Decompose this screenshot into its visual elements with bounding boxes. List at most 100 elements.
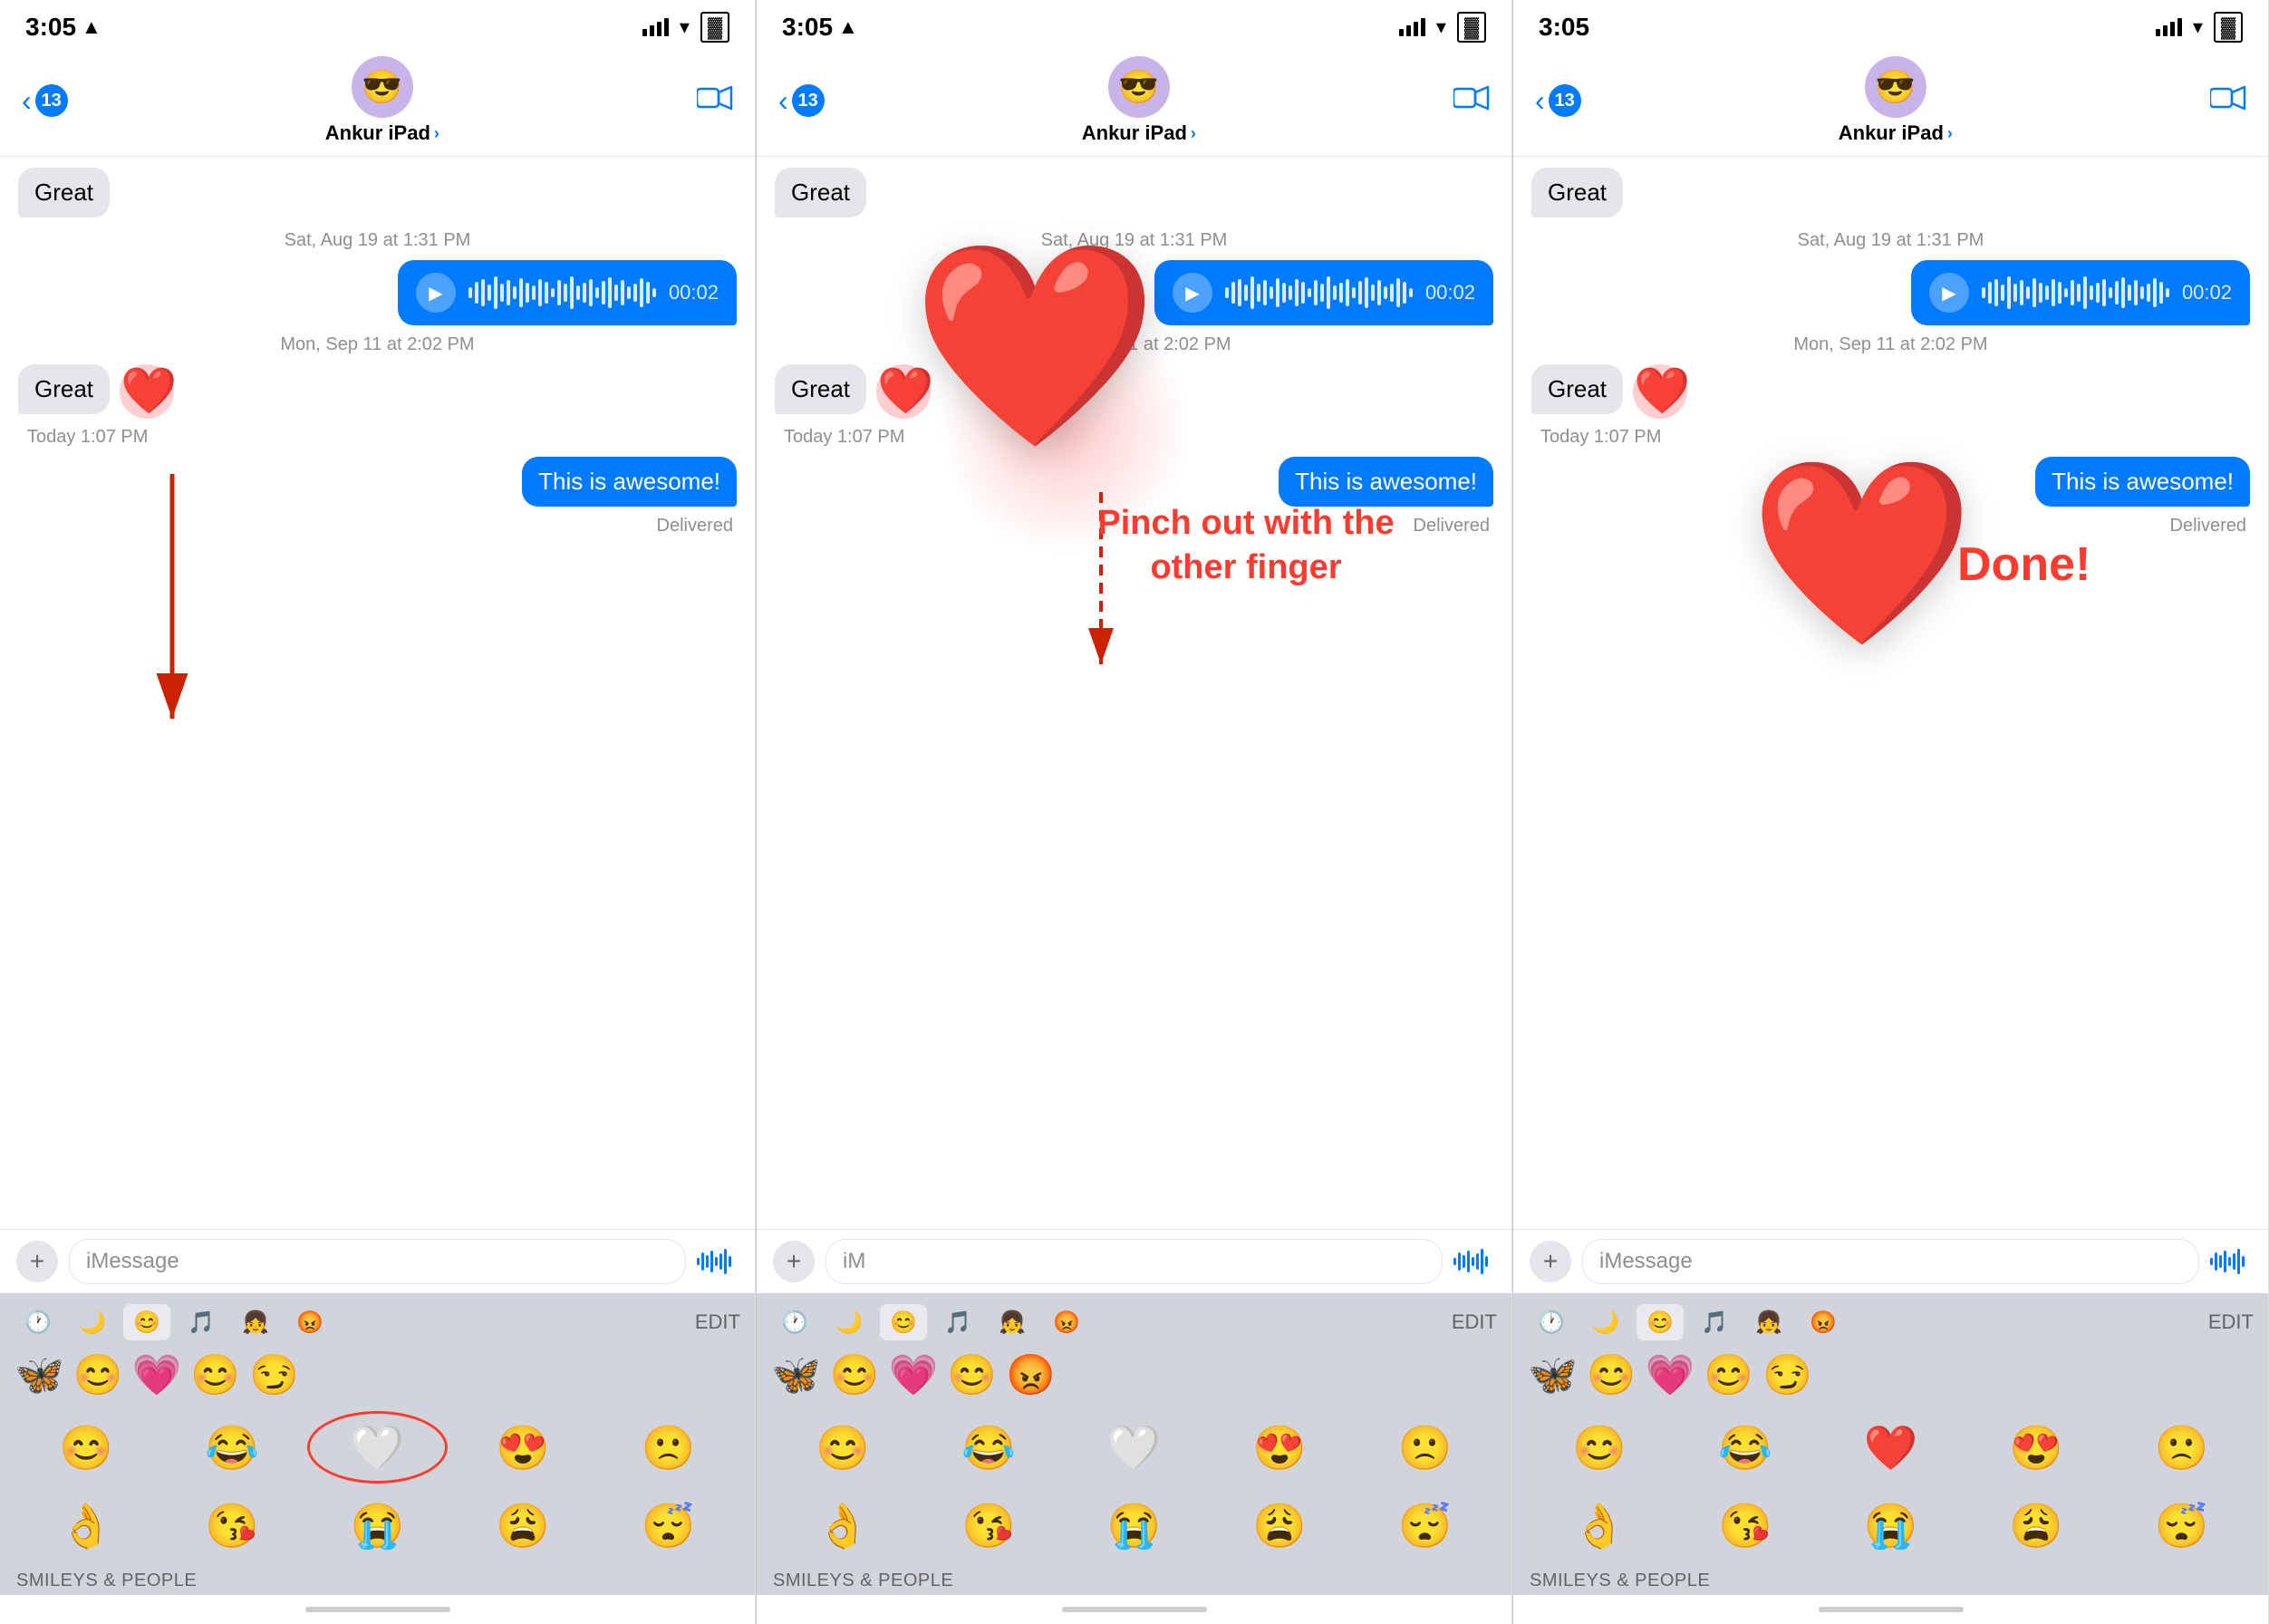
emoji-ok-1[interactable]: 👌 — [16, 1489, 157, 1561]
emoji-cry-1[interactable]: 😭 — [307, 1489, 448, 1561]
emoji-sleep-3[interactable]: 😴 — [2111, 1489, 2252, 1561]
recent-emoji-smile2-3[interactable]: 😊 — [1704, 1351, 1753, 1398]
emoji-smile-3[interactable]: 😊 — [1530, 1411, 1670, 1484]
emoji-kiss-1[interactable]: 😘 — [162, 1489, 303, 1561]
emoji-smile-1[interactable]: 😊 — [16, 1411, 157, 1484]
emoji-kiss-2[interactable]: 😘 — [919, 1489, 1059, 1561]
avatar-2: 😎 — [1108, 56, 1170, 118]
back-button-1[interactable]: ‹ 13 — [22, 84, 68, 118]
audio-indicator-3 — [2210, 1248, 2245, 1275]
emoji-ok-2[interactable]: 👌 — [773, 1489, 913, 1561]
recent-emoji-smile-2[interactable]: 😊 — [830, 1351, 880, 1398]
emoji-laugh-2[interactable]: 😂 — [919, 1411, 1059, 1484]
emoji-weary-1[interactable]: 😩 — [453, 1489, 594, 1561]
emoji-sad-3[interactable]: 🙁 — [2111, 1411, 2252, 1484]
emoji-sleep-2[interactable]: 😴 — [1355, 1489, 1495, 1561]
tab-smiley-1[interactable]: 😊 — [123, 1304, 170, 1340]
emoji-red-heart-3[interactable]: ❤️ — [1820, 1411, 1961, 1484]
emoji-weary-3[interactable]: 😩 — [1966, 1489, 2107, 1561]
play-button-3[interactable]: ▶ — [1929, 273, 1969, 313]
back-button-3[interactable]: ‹ 13 — [1535, 84, 1581, 118]
sent-message-row-1: This is awesome! — [18, 457, 737, 510]
emoji-white-heart-1[interactable]: 🤍 — [307, 1411, 448, 1484]
tab-music-2[interactable]: 🎵 — [934, 1304, 981, 1340]
edit-button-3[interactable]: EDIT — [2208, 1310, 2254, 1334]
tab-people-1[interactable]: 👧 — [232, 1304, 279, 1340]
contact-name-1[interactable]: Ankur iPad › — [325, 121, 439, 145]
bubble-great-top-1: Great — [18, 168, 110, 218]
contact-name-3[interactable]: Ankur iPad › — [1839, 121, 1953, 145]
voice-bubble-2[interactable]: ▶ 00:02 — [1154, 260, 1493, 325]
tab-music-1[interactable]: 🎵 — [178, 1304, 225, 1340]
emoji-white-heart-2[interactable]: 🤍 — [1064, 1411, 1204, 1484]
emoji-sad-2[interactable]: 🙁 — [1355, 1411, 1495, 1484]
edit-button-2[interactable]: EDIT — [1452, 1310, 1497, 1334]
emoji-cry-2[interactable]: 😭 — [1064, 1489, 1204, 1561]
voice-duration-2: 00:02 — [1425, 281, 1475, 304]
emoji-sad-1[interactable]: 🙁 — [598, 1411, 739, 1484]
recent-emoji-smile2-2[interactable]: 😊 — [947, 1351, 997, 1398]
video-button-3[interactable] — [2210, 84, 2246, 118]
emoji-hearts-eyes-3[interactable]: 😍 — [1966, 1411, 2107, 1484]
play-button-1[interactable]: ▶ — [416, 273, 456, 313]
emoji-laugh-1[interactable]: 😂 — [162, 1411, 303, 1484]
emoji-laugh-3[interactable]: 😂 — [1675, 1411, 1816, 1484]
video-button-1[interactable] — [697, 84, 733, 118]
tab-nature-1[interactable]: 🌙 — [69, 1304, 116, 1340]
recent-emoji-smirk-1[interactable]: 😏 — [249, 1351, 299, 1398]
message-input-2[interactable]: iM — [826, 1239, 1443, 1284]
tab-recent-2[interactable]: 🕐 — [771, 1304, 818, 1340]
tab-angry-3[interactable]: 😡 — [1800, 1304, 1847, 1340]
recent-emoji-butterfly-1[interactable]: 🦋 — [14, 1351, 64, 1398]
emoji-kiss-3[interactable]: 😘 — [1675, 1489, 1816, 1561]
message-input-3[interactable]: iMessage — [1582, 1239, 2199, 1284]
recent-emoji-smile2-1[interactable]: 😊 — [190, 1351, 240, 1398]
tapback-heart-1: ❤️ — [117, 364, 177, 418]
recent-emoji-butterfly-2[interactable]: 🦋 — [771, 1351, 821, 1398]
recent-emoji-butterfly-3[interactable]: 🦋 — [1528, 1351, 1578, 1398]
done-text-3: Done! — [1957, 537, 2090, 592]
tab-recent-1[interactable]: 🕐 — [14, 1304, 62, 1340]
tab-recent-3[interactable]: 🕐 — [1528, 1304, 1575, 1340]
add-button-3[interactable]: + — [1530, 1241, 1571, 1282]
recent-emoji-heart-pink-1[interactable]: 💗 — [132, 1351, 182, 1398]
tab-nature-2[interactable]: 🌙 — [826, 1304, 873, 1340]
input-bar-1: + iMessage — [0, 1229, 755, 1293]
recent-emoji-heart-pink-2[interactable]: 💗 — [889, 1351, 939, 1398]
recent-emoji-heart-pink-3[interactable]: 💗 — [1646, 1351, 1695, 1398]
emoji-sleep-1[interactable]: 😴 — [598, 1489, 739, 1561]
message-input-1[interactable]: iMessage — [69, 1239, 686, 1284]
emoji-cry-3[interactable]: 😭 — [1820, 1489, 1961, 1561]
play-button-2[interactable]: ▶ — [1173, 273, 1212, 313]
emoji-ok-3[interactable]: 👌 — [1530, 1489, 1670, 1561]
timestamp-sep-2: Mon, Sep 11 at 2:02 PM — [775, 334, 1493, 355]
battery-icon-3: ▓ — [2214, 12, 2243, 43]
recent-emoji-smirk-3[interactable]: 😏 — [1762, 1351, 1812, 1398]
tab-smiley-3[interactable]: 😊 — [1637, 1304, 1684, 1340]
recent-emoji-smile-3[interactable]: 😊 — [1587, 1351, 1637, 1398]
tab-music-3[interactable]: 🎵 — [1691, 1304, 1738, 1340]
add-button-1[interactable]: + — [16, 1241, 58, 1282]
tab-people-2[interactable]: 👧 — [989, 1304, 1036, 1340]
voice-bubble-1[interactable]: ▶ 00:02 — [398, 260, 737, 325]
wifi-icon-3: ▾ — [2193, 15, 2203, 39]
tab-people-3[interactable]: 👧 — [1745, 1304, 1792, 1340]
edit-button-1[interactable]: EDIT — [695, 1310, 740, 1334]
contact-name-2[interactable]: Ankur iPad › — [1082, 121, 1196, 145]
back-button-2[interactable]: ‹ 13 — [778, 84, 825, 118]
status-time-1: 3:05 ▲ — [25, 13, 101, 42]
emoji-keyboard-2: 🕐 🌙 😊 🎵 👧 😡 EDIT 🦋 😊 💗 😊 😡 😊 😂 🤍 😍 🙁 👌 😘… — [757, 1293, 1511, 1595]
voice-bubble-3[interactable]: ▶ 00:02 — [1911, 260, 2250, 325]
emoji-hearts-eyes-2[interactable]: 😍 — [1210, 1411, 1350, 1484]
recent-emoji-angry-2[interactable]: 😡 — [1006, 1351, 1056, 1398]
tab-smiley-2[interactable]: 😊 — [880, 1304, 927, 1340]
emoji-weary-2[interactable]: 😩 — [1210, 1489, 1350, 1561]
add-button-2[interactable]: + — [773, 1241, 815, 1282]
tab-angry-2[interactable]: 😡 — [1043, 1304, 1090, 1340]
recent-emoji-smile-1[interactable]: 😊 — [73, 1351, 123, 1398]
emoji-smile-2[interactable]: 😊 — [773, 1411, 913, 1484]
tab-angry-1[interactable]: 😡 — [286, 1304, 333, 1340]
tab-nature-3[interactable]: 🌙 — [1582, 1304, 1629, 1340]
video-button-2[interactable] — [1453, 84, 1490, 118]
emoji-hearts-eyes-1[interactable]: 😍 — [453, 1411, 594, 1484]
